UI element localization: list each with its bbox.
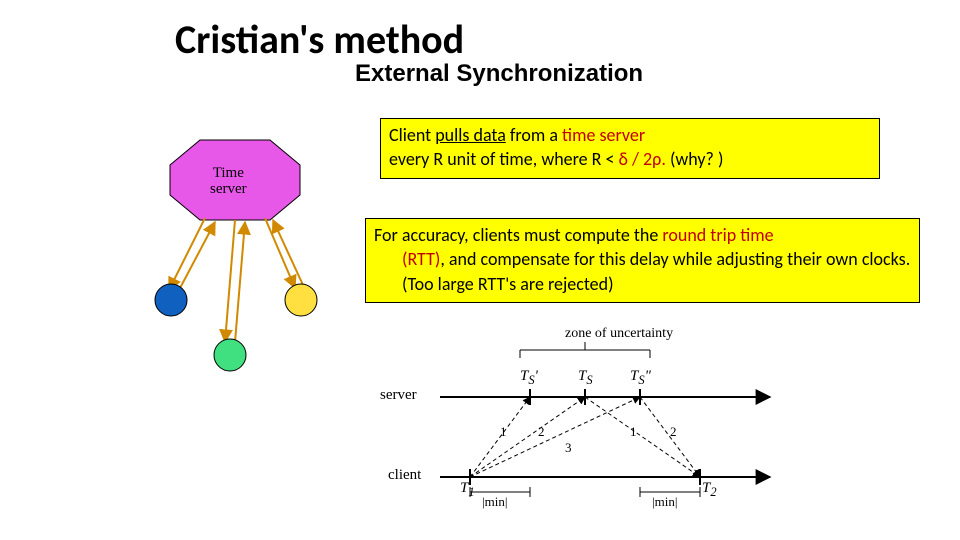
- client-node-blue: [155, 284, 187, 316]
- server-axis-label: server: [380, 387, 417, 404]
- text-red: (RTT): [402, 248, 440, 270]
- text-red: δ / 2ρ.: [619, 148, 666, 170]
- tick-t2: T2: [702, 480, 717, 500]
- tick-ts-dprime: TS": [630, 368, 651, 388]
- text-red: round trip time: [662, 224, 773, 246]
- tick-ts: TS: [578, 368, 593, 388]
- text: Client: [389, 124, 435, 146]
- text: For accuracy, clients must compute the: [374, 224, 662, 246]
- zone-label: zone of uncertainty: [565, 326, 673, 342]
- min-label: |min|: [482, 494, 507, 510]
- text: (why? ): [666, 148, 724, 170]
- min-label: |min|: [652, 494, 677, 510]
- path-num: 2: [670, 424, 677, 440]
- path-num: 2: [538, 424, 545, 440]
- callout-pull-data: Client pulls data from a time server eve…: [380, 118, 880, 179]
- text-underline: pulls data: [435, 124, 506, 146]
- tick-ts-prime: TS': [520, 368, 538, 388]
- callout-rtt: For accuracy, clients must compute the r…: [365, 218, 920, 303]
- text-red: time server: [562, 124, 645, 146]
- time-server-label: Time server: [210, 166, 247, 198]
- text: from a: [506, 124, 562, 146]
- server-clients-diagram: Time server: [145, 130, 365, 390]
- client-node-green: [214, 339, 246, 371]
- path-num: 3: [565, 440, 572, 456]
- tick-t1: T1: [460, 480, 475, 500]
- page-title: Cristian's method: [175, 15, 464, 64]
- timing-diagram: zone of uncertainty server client TS' TS…: [370, 332, 800, 512]
- page-subtitle: External Synchronization: [355, 60, 643, 88]
- text: every R unit of time, where R <: [389, 148, 619, 170]
- text: , and compensate for this delay while ad…: [402, 248, 910, 294]
- client-node-yellow: [285, 284, 317, 316]
- path-num: 1: [500, 424, 507, 440]
- path-num: 1: [630, 424, 637, 440]
- client-axis-label: client: [388, 467, 421, 484]
